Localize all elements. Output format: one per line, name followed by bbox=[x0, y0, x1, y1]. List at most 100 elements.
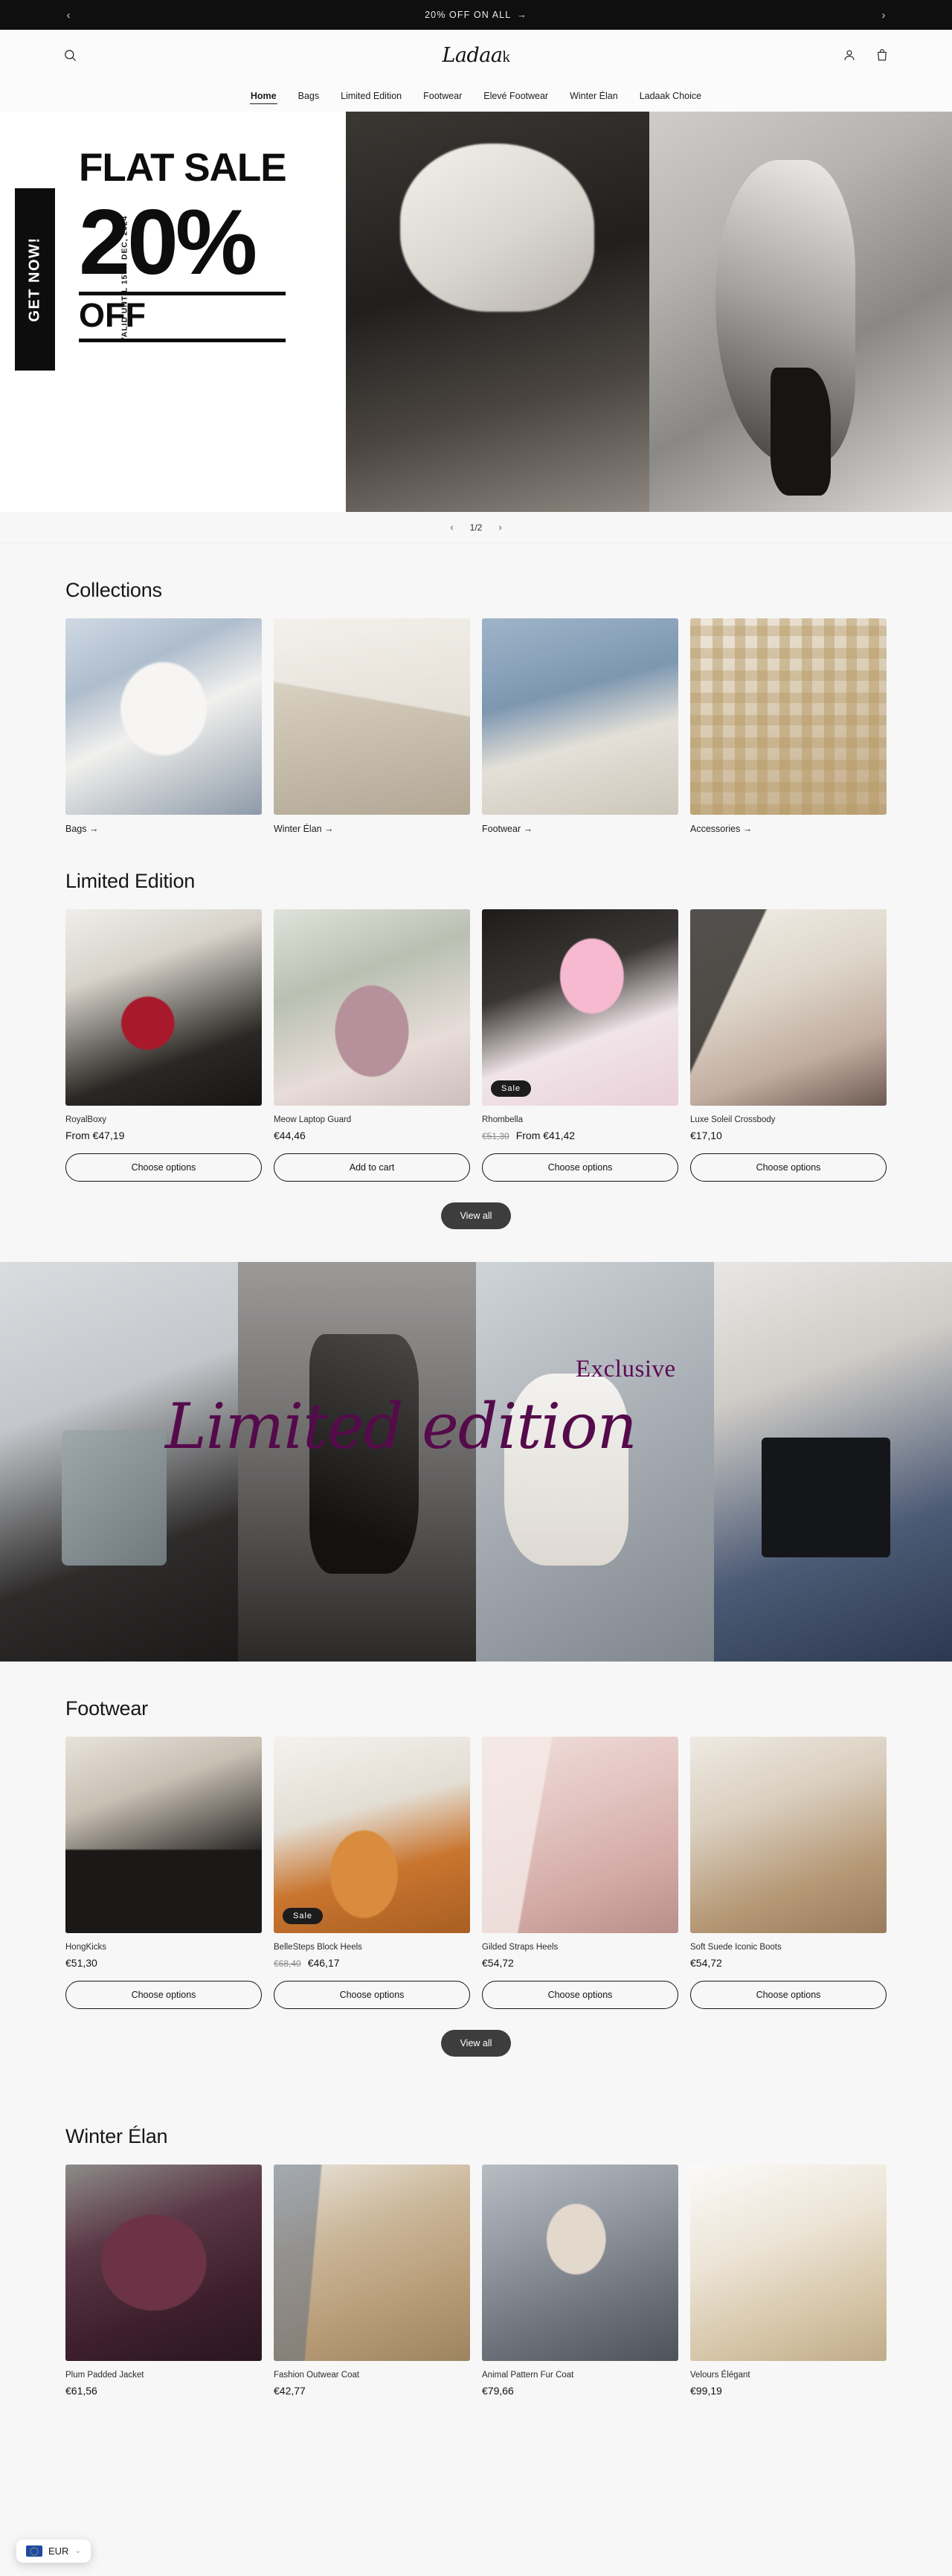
choose-options-button[interactable]: Choose options bbox=[65, 1153, 262, 1182]
product-price-current: €79,66 bbox=[482, 2385, 514, 2397]
hero-line-off: OFF bbox=[79, 296, 146, 335]
add-to-cart-button[interactable]: Add to cart bbox=[274, 1153, 470, 1182]
banner-panel-4 bbox=[714, 1262, 952, 1662]
product-image[interactable] bbox=[482, 2165, 678, 2361]
winter-elan-section: Winter Élan Plum Padded Jacket €61,56 Fa… bbox=[0, 2089, 952, 2397]
choose-options-button[interactable]: Choose options bbox=[482, 1981, 678, 2009]
hero-image bbox=[346, 112, 952, 512]
collection-image-accessories bbox=[690, 618, 887, 815]
product-price: From €47,19 bbox=[65, 1130, 262, 1141]
eu-flag-icon bbox=[26, 2545, 42, 2557]
product-price-original: €68,40 bbox=[274, 1958, 301, 1969]
nav-item-home[interactable]: Home bbox=[249, 89, 277, 104]
limited-edition-section: Limited Edition RoyalBoxy From €47,19 Ch… bbox=[0, 834, 952, 1262]
logo-text-tail: k bbox=[502, 47, 511, 65]
slider-prev-button[interactable]: ‹ bbox=[450, 522, 453, 533]
nav-item-ladaak-choice[interactable]: Ladaak Choice bbox=[639, 89, 702, 103]
product-name: Fashion Outwear Coat bbox=[274, 2371, 360, 2380]
account-icon[interactable] bbox=[836, 42, 863, 68]
winter-elan-title: Winter Élan bbox=[65, 2125, 168, 2147]
product-name: Plum Padded Jacket bbox=[65, 2371, 144, 2380]
nav-item-winter-elan[interactable]: Winter Élan bbox=[569, 89, 619, 103]
nav-item-bags[interactable]: Bags bbox=[298, 89, 321, 103]
product-card: Plum Padded Jacket €61,56 bbox=[65, 2165, 262, 2397]
product-price-current: €46,17 bbox=[307, 1957, 340, 1969]
collection-card-accessories[interactable]: Accessories → bbox=[690, 618, 887, 834]
product-image[interactable] bbox=[690, 1737, 887, 1933]
product-name: Rhombella bbox=[482, 1115, 523, 1124]
main-navigation: Home Bags Limited Edition Footwear Elevé… bbox=[0, 80, 952, 112]
product-name: Animal Pattern Fur Coat bbox=[482, 2371, 574, 2380]
product-name: RoyalBoxy bbox=[65, 1115, 106, 1124]
product-price-current: €44,46 bbox=[274, 1130, 306, 1141]
choose-options-button[interactable]: Choose options bbox=[482, 1153, 678, 1182]
product-price: €79,66 bbox=[482, 2385, 678, 2397]
collection-card-footwear[interactable]: Footwear → bbox=[482, 618, 678, 834]
sale-badge: Sale bbox=[283, 1908, 324, 1924]
product-image[interactable] bbox=[482, 1737, 678, 1933]
nav-item-eleve-footwear[interactable]: Elevé Footwear bbox=[483, 89, 549, 103]
product-card: Sale BelleSteps Block Heels €68,40 €46,1… bbox=[274, 1737, 470, 2009]
product-price: €51,30 From €41,42 bbox=[482, 1130, 678, 1141]
product-image[interactable] bbox=[274, 909, 470, 1106]
announcement-next-button[interactable]: › bbox=[867, 0, 900, 30]
currency-code: EUR bbox=[48, 2545, 69, 2557]
hero-text-panel: GET NOW! VALID UNTIL 15TH DEC, 2024 FLAT… bbox=[0, 112, 346, 512]
footwear-grid: HongKicks €51,30 Choose options Sale Bel… bbox=[65, 1737, 887, 2009]
product-price: €61,56 bbox=[65, 2385, 262, 2397]
product-name: Luxe Soleil Crossbody bbox=[690, 1115, 776, 1124]
announcement-bar: ‹ 20% OFF ON ALL → › bbox=[0, 0, 952, 30]
product-image[interactable] bbox=[65, 1737, 262, 1933]
banner-panel-2 bbox=[238, 1262, 476, 1662]
nav-item-footwear[interactable]: Footwear bbox=[422, 89, 463, 103]
currency-selector[interactable]: EUR ⌄ bbox=[16, 2540, 91, 2563]
choose-options-button[interactable]: Choose options bbox=[690, 1981, 887, 2009]
product-image[interactable] bbox=[65, 909, 262, 1106]
footwear-view-all-wrap: View all bbox=[65, 2009, 887, 2089]
logo-text: Ladaa bbox=[442, 43, 503, 67]
arrow-right-icon: → bbox=[517, 10, 527, 20]
product-image[interactable] bbox=[690, 2165, 887, 2361]
product-price-current: From €41,42 bbox=[515, 1130, 576, 1141]
collections-section: Collections Bags → Winter Élan → Footwea… bbox=[0, 543, 952, 834]
product-card: HongKicks €51,30 Choose options bbox=[65, 1737, 262, 2009]
product-image[interactable] bbox=[690, 909, 887, 1106]
product-card: Soft Suede Iconic Boots €54,72 Choose op… bbox=[690, 1737, 887, 2009]
site-logo: Ladaak bbox=[0, 44, 952, 67]
collections-title: Collections bbox=[65, 579, 162, 601]
limited-edition-title: Limited Edition bbox=[65, 870, 196, 892]
product-price: €68,40 €46,17 bbox=[274, 1957, 470, 1969]
product-image[interactable] bbox=[274, 2165, 470, 2361]
nav-item-limited-edition[interactable]: Limited Edition bbox=[340, 89, 402, 103]
product-card: RoyalBoxy From €47,19 Choose options bbox=[65, 909, 262, 1182]
product-price-current: €54,72 bbox=[690, 1957, 722, 1969]
choose-options-button[interactable]: Choose options bbox=[274, 1981, 470, 2009]
slider-counter: 1/2 bbox=[469, 522, 483, 533]
collection-card-bags[interactable]: Bags → bbox=[65, 618, 262, 834]
collection-card-winter-elan[interactable]: Winter Élan → bbox=[274, 618, 470, 834]
hero-banner: GET NOW! VALID UNTIL 15TH DEC, 2024 FLAT… bbox=[0, 112, 952, 512]
product-name: Soft Suede Iconic Boots bbox=[690, 1943, 782, 1952]
view-all-button[interactable]: View all bbox=[440, 1202, 512, 1229]
view-all-button[interactable]: View all bbox=[440, 2030, 512, 2057]
choose-options-button[interactable]: Choose options bbox=[65, 1981, 262, 2009]
announcement-prev-button[interactable]: ‹ bbox=[52, 0, 85, 30]
product-image[interactable]: Sale bbox=[482, 909, 678, 1106]
product-image[interactable]: Sale bbox=[274, 1737, 470, 1933]
header-actions bbox=[836, 42, 895, 68]
banner-panel-3 bbox=[476, 1262, 714, 1662]
banner-panel-1 bbox=[0, 1262, 238, 1662]
cart-icon[interactable] bbox=[869, 42, 895, 68]
search-icon[interactable] bbox=[57, 42, 83, 68]
collection-image-bags bbox=[65, 618, 262, 815]
get-now-label: GET NOW! bbox=[26, 237, 43, 322]
product-name: HongKicks bbox=[65, 1943, 106, 1952]
product-name: Gilded Straps Heels bbox=[482, 1943, 559, 1952]
exclusive-banner[interactable]: Exclusive Limited edition bbox=[0, 1262, 952, 1662]
choose-options-button[interactable]: Choose options bbox=[690, 1153, 887, 1182]
product-price: €54,72 bbox=[690, 1957, 887, 1969]
product-image[interactable] bbox=[65, 2165, 262, 2361]
slider-next-button[interactable]: › bbox=[498, 522, 501, 533]
product-price: €42,77 bbox=[274, 2385, 470, 2397]
announcement-label: 20% OFF ON ALL bbox=[425, 10, 512, 20]
